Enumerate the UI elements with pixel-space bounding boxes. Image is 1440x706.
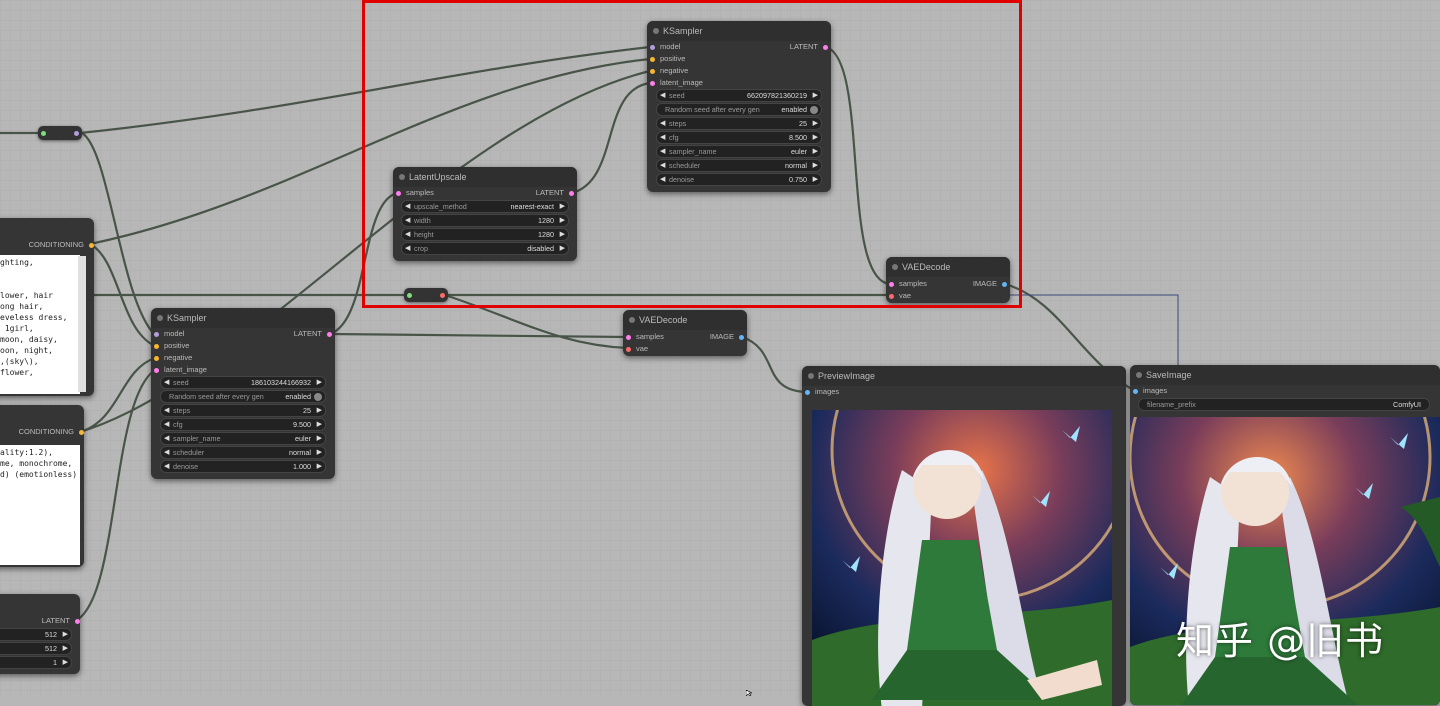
- vae-pin[interactable]: [626, 346, 631, 352]
- seed-widget[interactable]: ◀ seed 186103244166932 ▶: [160, 376, 326, 389]
- decrement-icon[interactable]: ◀: [164, 419, 169, 430]
- positive-prompt-node[interactable]: CONDITIONING ghting, lower, hair ong hai…: [0, 218, 94, 396]
- conditioning-pin[interactable]: [79, 429, 84, 435]
- node-title[interactable]: KSampler: [151, 308, 335, 328]
- negative-prompt-text[interactable]: ality:1.2), me, monochrome, d) (emotionl…: [0, 445, 80, 565]
- negative-prompt-node[interactable]: CONDITIONING ality:1.2), me, monochrome,…: [0, 405, 84, 567]
- collapse-dot-icon[interactable]: [808, 373, 814, 379]
- image-pin[interactable]: [805, 389, 810, 395]
- latent-pin[interactable]: [75, 618, 80, 624]
- vae-decode-mid-node[interactable]: VAEDecode samples vae IMAGE: [623, 310, 747, 356]
- random-seed-toggle[interactable]: Random seed after every gen enabled: [160, 390, 326, 403]
- increment-icon[interactable]: ▶: [63, 643, 68, 654]
- textbox-scrollbar[interactable]: [78, 256, 86, 392]
- latent-image-input[interactable]: latent_image: [154, 364, 207, 376]
- image-output[interactable]: IMAGE: [710, 331, 744, 343]
- watermark: 知乎 @旧书: [1176, 619, 1385, 663]
- ksampler-left-node[interactable]: KSampler model positive negative latent_…: [151, 308, 335, 479]
- collapse-dot-icon[interactable]: [1136, 372, 1142, 378]
- image-pin[interactable]: [739, 334, 744, 340]
- collapse-dot-icon[interactable]: [157, 315, 163, 321]
- height-widget[interactable]: 512 ▶: [0, 642, 72, 655]
- collapse-dot-icon[interactable]: [629, 317, 635, 323]
- mouse-cursor-icon: [746, 690, 753, 696]
- increment-icon[interactable]: ▶: [317, 461, 322, 472]
- link-vaemid-preview: [741, 335, 807, 394]
- conditioning-output[interactable]: CONDITIONING: [0, 426, 84, 438]
- conditioning-pin[interactable]: [89, 242, 94, 248]
- steps-widget[interactable]: ◀ steps 25 ▶: [160, 404, 326, 417]
- images-input[interactable]: images: [805, 386, 839, 398]
- vae-input[interactable]: vae: [626, 343, 648, 355]
- increment-icon[interactable]: ▶: [317, 419, 322, 430]
- increment-icon[interactable]: ▶: [317, 433, 322, 444]
- latent-pin[interactable]: [327, 331, 332, 337]
- link-ksampler-vaemid: [329, 332, 629, 339]
- node-title[interactable]: PreviewImage: [802, 366, 1126, 386]
- batch-widget[interactable]: 1 ▶: [0, 656, 72, 669]
- decrement-icon[interactable]: ◀: [164, 461, 169, 472]
- conditioning-output[interactable]: CONDITIONING: [0, 239, 94, 251]
- model-input[interactable]: model: [154, 328, 184, 340]
- node-title[interactable]: VAEDecode: [623, 310, 747, 330]
- decrement-icon[interactable]: ◀: [164, 377, 169, 388]
- images-input[interactable]: images: [1133, 385, 1167, 397]
- latent-output[interactable]: LATENT: [294, 328, 332, 340]
- preview-image[interactable]: [812, 410, 1112, 706]
- increment-icon[interactable]: ▶: [317, 405, 322, 416]
- samples-input[interactable]: samples: [626, 331, 664, 343]
- model-pin[interactable]: [154, 331, 159, 337]
- cfg-widget[interactable]: ◀ cfg 9.500 ▶: [160, 418, 326, 431]
- increment-icon[interactable]: ▶: [63, 629, 68, 640]
- positive-prompt-text[interactable]: ghting, lower, hair ong hair, eveless dr…: [0, 255, 80, 394]
- increment-icon[interactable]: ▶: [317, 447, 322, 458]
- negative-input[interactable]: negative: [154, 352, 192, 364]
- latent-pin[interactable]: [154, 367, 159, 373]
- increment-icon[interactable]: ▶: [317, 377, 322, 388]
- link-latent-left: [74, 369, 156, 622]
- toggle-knob-icon[interactable]: [314, 392, 322, 401]
- latent-pin[interactable]: [626, 334, 631, 340]
- decrement-icon[interactable]: ◀: [164, 405, 169, 416]
- image-pin[interactable]: [1133, 388, 1138, 394]
- negative-pin[interactable]: [154, 355, 159, 361]
- reroute-in-pin[interactable]: [41, 130, 46, 136]
- denoise-widget[interactable]: ◀ denoise 1.000 ▶: [160, 460, 326, 473]
- scheduler-widget[interactable]: ◀ scheduler normal ▶: [160, 446, 326, 459]
- decrement-icon[interactable]: ◀: [164, 447, 169, 458]
- filename-prefix-widget[interactable]: filename_prefix ComfyUI: [1138, 398, 1430, 411]
- width-widget[interactable]: 512 ▶: [0, 628, 72, 641]
- node-title[interactable]: SaveImage: [1130, 365, 1440, 385]
- empty-latent-node[interactable]: LATENT 512 ▶ 512 ▶ 1 ▶: [0, 594, 80, 674]
- positive-pin[interactable]: [154, 343, 159, 349]
- decrement-icon[interactable]: ◀: [164, 433, 169, 444]
- increment-icon[interactable]: ▶: [63, 657, 68, 668]
- sampler-name-widget[interactable]: ◀ sampler_name euler ▶: [160, 432, 326, 445]
- reroute-model[interactable]: [38, 126, 82, 140]
- latent-output[interactable]: LATENT: [0, 615, 80, 627]
- highlight-box: [362, 0, 1022, 308]
- positive-input[interactable]: positive: [154, 340, 189, 352]
- link-blue: [1005, 294, 1179, 370]
- anime-girl-image-icon: [812, 410, 1112, 706]
- preview-image-node[interactable]: PreviewImage images: [802, 366, 1126, 706]
- reroute-out-pin[interactable]: [74, 130, 79, 136]
